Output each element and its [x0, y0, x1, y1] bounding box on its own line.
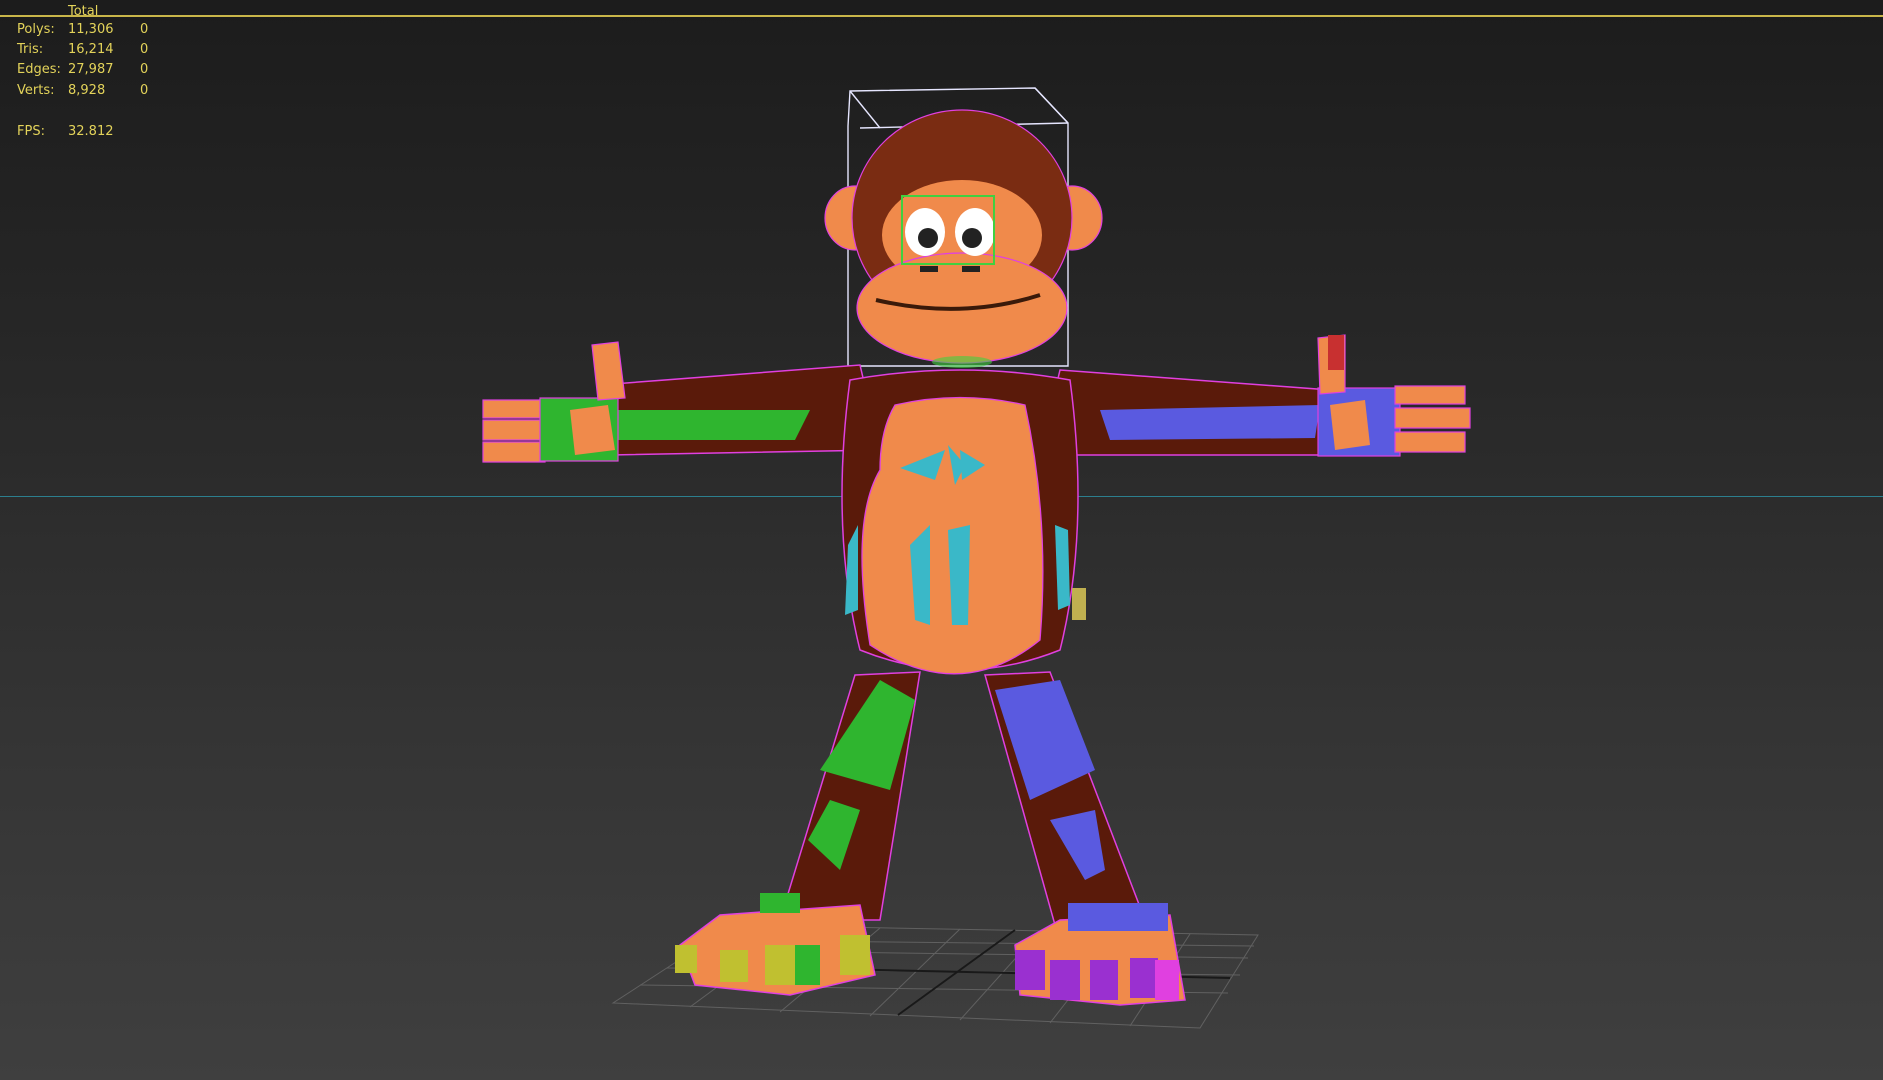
right-hand	[1317, 334, 1471, 457]
monkey-head	[824, 109, 1103, 368]
right-foot	[1014, 903, 1186, 1006]
left-leg	[778, 671, 921, 921]
left-hand	[482, 341, 626, 463]
right-arm	[1039, 369, 1331, 456]
right-leg	[984, 671, 1147, 926]
left-arm	[599, 364, 881, 456]
3d-viewport[interactable]: Total Polys: 11,306 0 Tris: 16,214 0 Edges: 2…	[0, 0, 1883, 1080]
monkey-model-render[interactable]	[0, 0, 1883, 1080]
torso	[841, 369, 1086, 675]
left-foot	[675, 893, 876, 996]
